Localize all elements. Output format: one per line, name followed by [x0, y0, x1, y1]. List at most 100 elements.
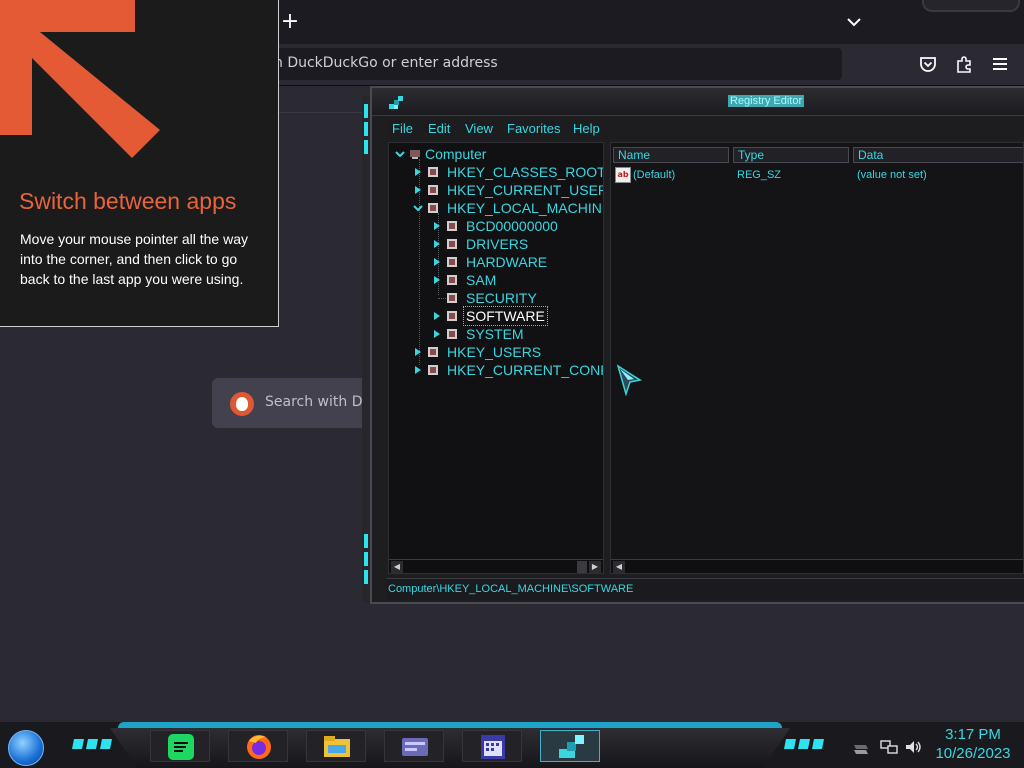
registry-key-icon — [447, 275, 457, 285]
value-type: REG_SZ — [737, 169, 782, 181]
registry-menu-bar: File Edit View Favorites Help — [386, 118, 1024, 140]
registry-key-icon — [447, 239, 457, 249]
registry-status-bar: Computer\HKEY_LOCAL_MACHINE\SOFTWARE — [386, 578, 1024, 600]
taskbar-band — [110, 728, 790, 768]
scroll-left-icon[interactable]: ◀ — [391, 561, 403, 573]
expand-icon[interactable] — [432, 239, 442, 249]
value-name[interactable]: (Default) — [633, 169, 675, 181]
collapse-icon[interactable] — [395, 149, 405, 159]
scroll-thumb[interactable] — [577, 561, 587, 573]
tree-item-hkey-current-user[interactable]: HKEY_CURRENT_USER — [413, 181, 603, 199]
column-header-name[interactable]: Name — [613, 147, 729, 163]
tree-item-software[interactable]: SOFTWARE — [432, 306, 602, 326]
tree-item-hkey-current-config[interactable]: HKEY_CURRENT_CONFI — [413, 361, 603, 379]
registry-key-icon — [428, 203, 438, 213]
taskbar-app-file-explorer[interactable] — [306, 730, 366, 762]
registry-values-pane[interactable]: Name Type Data ab (Default) REG_SZ (valu… — [610, 142, 1024, 574]
expand-icon[interactable] — [432, 275, 442, 285]
spotify-icon — [168, 734, 194, 760]
tip-title: Switch between apps — [19, 188, 237, 214]
values-horizontal-scrollbar[interactable]: ◀ — [611, 559, 1023, 573]
firefox-icon — [247, 735, 271, 759]
registry-editor-icon — [559, 735, 584, 758]
registry-key-icon — [447, 293, 457, 303]
taskbar-app-calendar[interactable] — [462, 730, 522, 762]
tree-item-security[interactable]: SECURITY — [432, 289, 602, 307]
volume-icon[interactable] — [904, 738, 922, 756]
registry-key-icon — [428, 347, 438, 357]
registry-editor-window: Registry Editor File Edit View Favorites… — [370, 86, 1024, 604]
url-bar-placeholder: h DuckDuckGo or enter address — [274, 55, 498, 71]
clock-date[interactable]: 10/26/2023 — [928, 745, 1018, 762]
tree-label: SECURITY — [466, 290, 537, 306]
menu-edit[interactable]: Edit — [428, 121, 450, 136]
right-chevrons-decoration — [784, 739, 824, 749]
new-tab-button[interactable]: + — [280, 10, 300, 34]
tree-item-hkey-local-machine[interactable]: HKEY_LOCAL_MACHINE — [413, 199, 603, 217]
scroll-left-icon[interactable]: ◀ — [613, 561, 625, 573]
taskbar-app-control-panel[interactable] — [384, 730, 444, 762]
tree-item-bcd[interactable]: BCD00000000 — [432, 217, 602, 235]
show-hidden-icons-icon[interactable] — [852, 738, 870, 756]
expand-icon[interactable] — [413, 347, 423, 357]
url-bar[interactable]: h DuckDuckGo or enter address — [262, 48, 842, 80]
tree-item-sam[interactable]: SAM — [432, 271, 602, 289]
registry-key-icon — [428, 365, 438, 375]
value-data: (value not set) — [857, 169, 927, 181]
tree-label: SOFTWARE — [463, 306, 548, 326]
menu-favorites[interactable]: Favorites — [507, 121, 560, 136]
network-icon[interactable] — [880, 738, 898, 756]
menu-file[interactable]: File — [392, 121, 413, 136]
registry-tree-pane[interactable]: Computer HKEY_CLASSES_ROOT HKEY_CURRENT_… — [388, 142, 604, 574]
registry-key-icon — [447, 257, 457, 267]
registry-key-icon — [428, 167, 438, 177]
tree-label: HKEY_CLASSES_ROOT — [447, 164, 604, 180]
tip-card: Switch between apps Move your mouse poin… — [0, 0, 279, 327]
tree-item-hkey-classes-root[interactable]: HKEY_CLASSES_ROOT — [413, 163, 603, 181]
expand-icon[interactable] — [413, 185, 423, 195]
computer-icon — [410, 150, 420, 159]
column-header-type[interactable]: Type — [733, 147, 849, 163]
newtab-search-box[interactable]: Search with Duc — [212, 378, 382, 428]
tree-label: HKEY_LOCAL_MACHINE — [447, 200, 604, 216]
tree-item-hardware[interactable]: HARDWARE — [432, 253, 602, 271]
expand-icon[interactable] — [432, 311, 442, 321]
duckduckgo-icon — [230, 392, 254, 416]
tree-item-computer[interactable]: Computer — [395, 145, 595, 163]
expand-icon[interactable] — [413, 167, 423, 177]
clock-time[interactable]: 3:17 PM — [930, 726, 1016, 743]
collapse-icon[interactable] — [413, 203, 423, 213]
tree-label: BCD00000000 — [466, 218, 558, 234]
registry-editor-icon — [389, 96, 403, 109]
expand-icon[interactable] — [432, 257, 442, 267]
registry-key-icon — [447, 329, 457, 339]
tree-label: HKEY_USERS — [447, 344, 542, 360]
tree-item-system[interactable]: SYSTEM — [432, 325, 602, 343]
registry-title-bar[interactable]: Registry Editor — [372, 88, 1024, 116]
tree-horizontal-scrollbar[interactable]: ◀ ▶ — [389, 559, 603, 573]
extensions-icon[interactable] — [954, 54, 974, 74]
taskbar-app-spotify[interactable] — [150, 730, 210, 762]
tree-label: HARDWARE — [466, 254, 548, 270]
tree-item-hkey-users[interactable]: HKEY_USERS — [413, 343, 603, 361]
pocket-icon[interactable] — [918, 54, 938, 74]
menu-view[interactable]: View — [465, 121, 493, 136]
start-button[interactable] — [8, 730, 44, 766]
tab-list-chevron-down-icon[interactable] — [844, 12, 864, 32]
file-explorer-icon — [324, 736, 350, 757]
tree-item-drivers[interactable]: DRIVERS — [432, 235, 602, 253]
tree-label: DRIVERS — [466, 236, 529, 252]
expand-icon[interactable] — [432, 329, 442, 339]
taskbar-app-registry-editor[interactable] — [540, 730, 600, 762]
hamburger-menu-icon[interactable] — [990, 54, 1010, 74]
expand-icon[interactable] — [413, 365, 423, 375]
expand-icon[interactable] — [432, 221, 442, 231]
scroll-right-icon[interactable]: ▶ — [589, 561, 601, 573]
column-header-data[interactable]: Data — [853, 147, 1023, 163]
taskbar-app-firefox[interactable] — [228, 730, 288, 762]
window-caption-tab — [922, 0, 1020, 12]
tree-label: HKEY_CURRENT_CONFI — [447, 362, 604, 378]
status-path: Computer\HKEY_LOCAL_MACHINE\SOFTWARE — [388, 583, 634, 595]
registry-key-icon — [447, 221, 457, 231]
menu-help[interactable]: Help — [573, 121, 600, 136]
